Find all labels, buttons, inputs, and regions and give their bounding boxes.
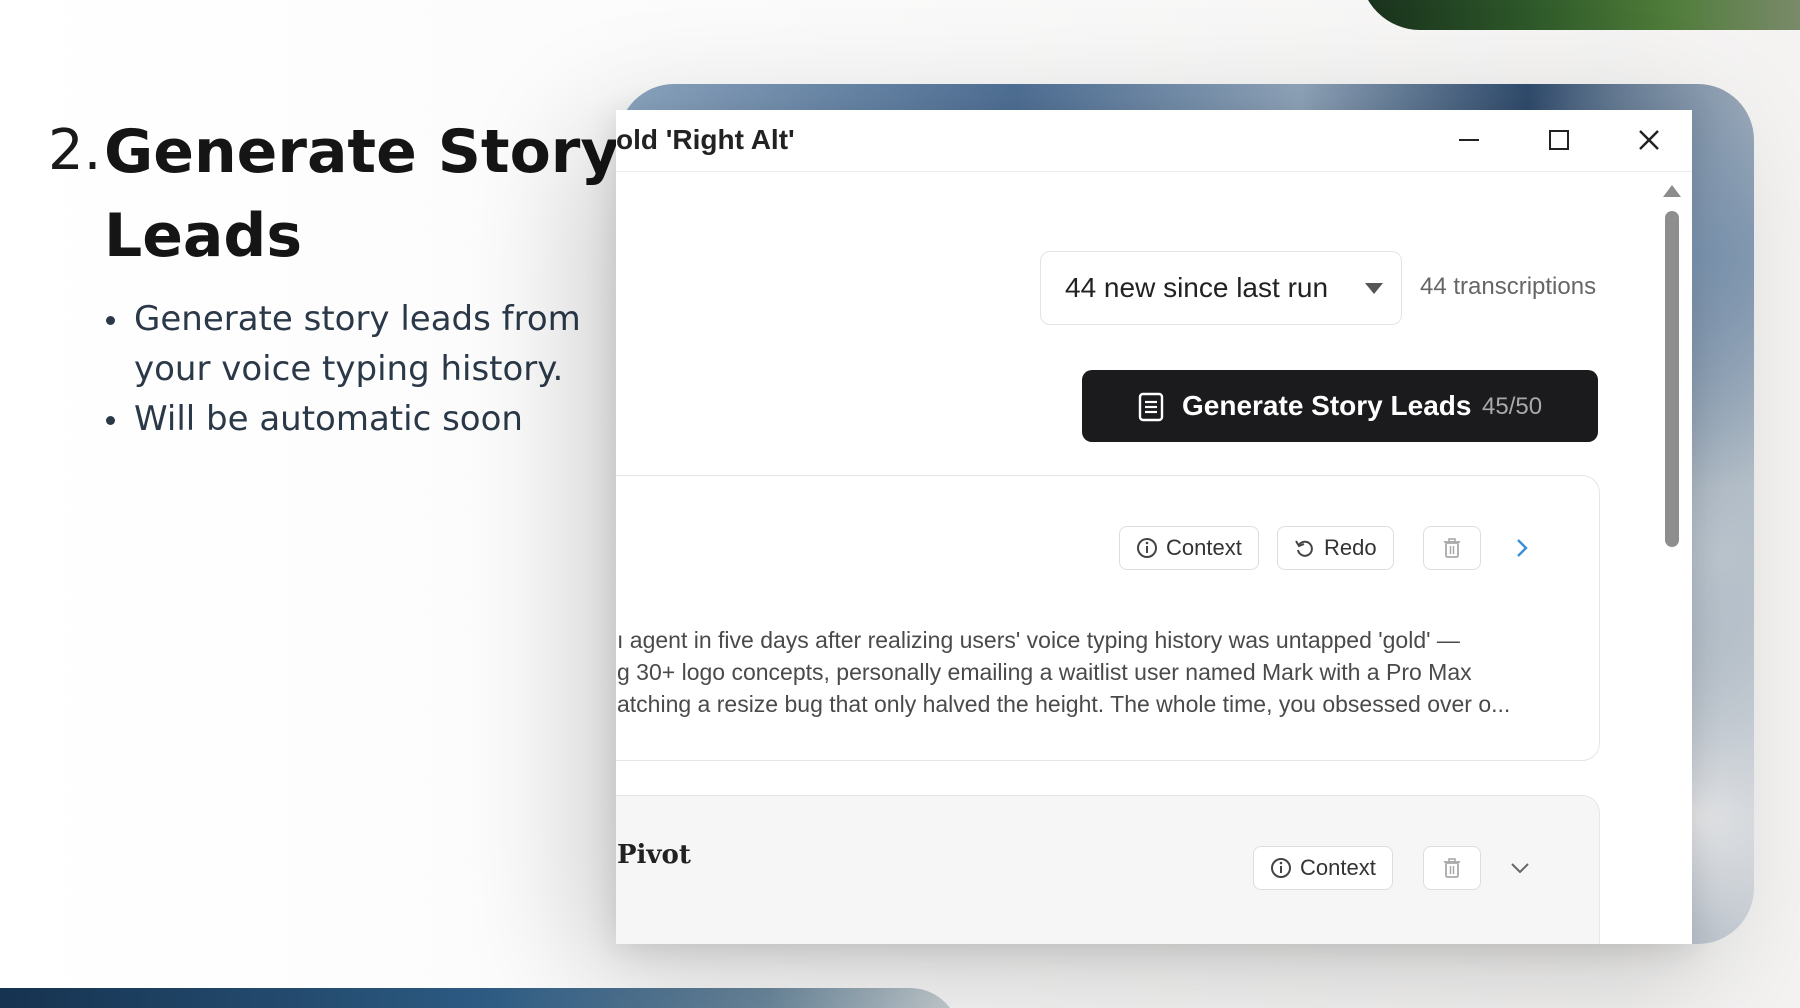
context-button-label: Context (1300, 855, 1376, 880)
bullet-item: Will be automatic soon (104, 394, 624, 444)
chevron-down-icon (1511, 863, 1529, 874)
trash-icon (1444, 858, 1460, 878)
scroll-thumb[interactable] (1665, 211, 1679, 547)
app-window: old 'Right Alt' 44 new since last run 44… (616, 110, 1692, 944)
title-bar: old 'Right Alt' (616, 110, 1692, 172)
window-title: old 'Right Alt' (616, 124, 795, 155)
context-button-label: Context (1166, 535, 1242, 560)
chevron-right-icon (1517, 539, 1528, 557)
transcriptions-count: 44 transcriptions (1420, 273, 1597, 300)
maximize-icon (1549, 130, 1569, 150)
info-icon (1137, 538, 1157, 558)
story-lead-card: Pivot Context (616, 795, 1600, 944)
filter-selected-value: 44 new since last run (1065, 272, 1329, 303)
delete-button[interactable] (1423, 526, 1481, 570)
maximize-button[interactable] (1536, 120, 1582, 160)
slide-number: 2. (48, 118, 102, 183)
decorative-image-top (1360, 0, 1800, 30)
scroll-up-icon[interactable] (1663, 185, 1681, 197)
main-content: 44 new since last run 44 transcriptions … (616, 173, 1692, 944)
caret-down-icon (1365, 283, 1383, 294)
context-button[interactable]: Context (1253, 846, 1393, 890)
expand-lead-button[interactable] (1505, 853, 1535, 883)
story-lead-card: Context Redo ı agent in five days after … (616, 475, 1600, 761)
generate-button-label: Generate Story Leads (1182, 390, 1472, 421)
expand-lead-button[interactable] (1507, 533, 1537, 563)
redo-icon (1295, 540, 1313, 557)
minimize-icon (1459, 139, 1479, 141)
document-icon (1138, 392, 1164, 422)
trash-icon (1444, 538, 1460, 558)
lead-summary: ı agent in five days after realizing use… (617, 627, 1511, 717)
slide-bullets: Generate story leads from your voice typ… (104, 294, 624, 444)
context-button[interactable]: Context (1119, 526, 1259, 570)
decorative-image-bottom (0, 988, 960, 1008)
generate-story-leads-button[interactable]: Generate Story Leads 45/50 (1082, 370, 1598, 442)
filter-dropdown[interactable]: 44 new since last run (1040, 251, 1402, 325)
delete-button[interactable] (1423, 846, 1481, 890)
generate-usage-count: 45/50 (1482, 393, 1543, 420)
redo-button[interactable]: Redo (1277, 526, 1394, 570)
slide-title: Generate Story Leads (104, 117, 620, 271)
minimize-button[interactable] (1446, 120, 1492, 160)
bullet-item: Generate story leads from your voice typ… (104, 294, 624, 394)
info-icon (1271, 858, 1291, 878)
close-button[interactable] (1626, 120, 1672, 160)
close-icon (1639, 130, 1659, 150)
redo-button-label: Redo (1324, 535, 1377, 560)
scrollbar[interactable] (1660, 175, 1682, 944)
lead-title: Pivot (617, 840, 691, 870)
